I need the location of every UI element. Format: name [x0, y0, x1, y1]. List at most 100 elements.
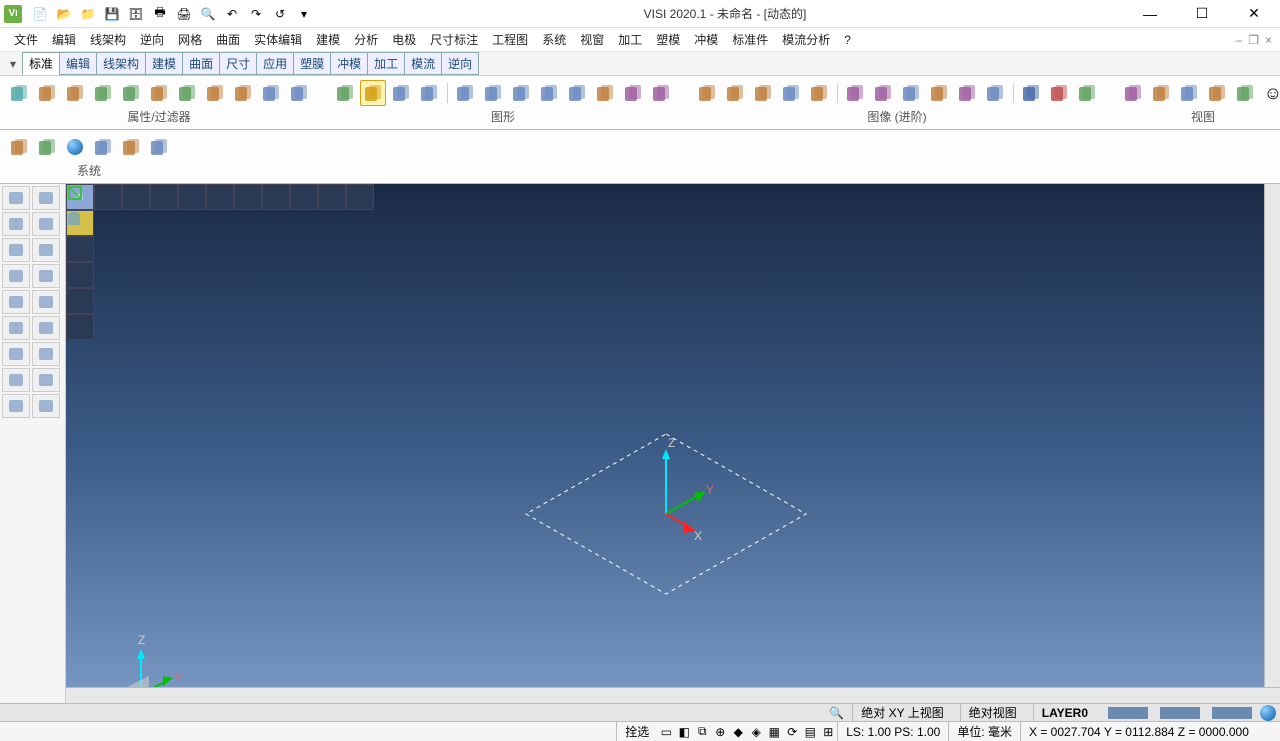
cyl6-icon[interactable]	[536, 80, 562, 106]
save-button[interactable]: 💾	[102, 4, 122, 24]
calendar-icon[interactable]	[90, 134, 116, 160]
menu-13[interactable]: 视窗	[574, 29, 610, 50]
left-tool-arrow[interactable]	[2, 290, 30, 314]
menu-11[interactable]: 工程图	[486, 29, 534, 50]
viewport-scrollbar-vertical[interactable]	[1264, 184, 1280, 687]
menu-0[interactable]: 文件	[8, 29, 44, 50]
left-tool-hand[interactable]	[32, 368, 60, 392]
diamond-icon[interactable]	[1018, 80, 1044, 106]
color-chip-1[interactable]	[1108, 707, 1148, 719]
menu-7[interactable]: 建模	[310, 29, 346, 50]
left-tool-layers2[interactable]	[32, 394, 60, 418]
sphere-icon[interactable]	[1046, 80, 1072, 106]
book-icon[interactable]	[146, 134, 172, 160]
menu-9[interactable]: 电极	[386, 29, 422, 50]
viewport-scrollbar-horizontal[interactable]	[66, 687, 1280, 703]
grad-icon[interactable]	[898, 80, 924, 106]
status-icon-5[interactable]: ◆	[729, 724, 747, 740]
left-tool-rot[interactable]	[32, 264, 60, 288]
status-icon-grid[interactable]: ⊞	[819, 724, 837, 740]
left-tool-cube2[interactable]	[32, 316, 60, 340]
mdi-restore-icon[interactable]: ❐	[1248, 33, 1259, 47]
globe-icon[interactable]	[1260, 705, 1276, 721]
grad-hand-icon[interactable]	[954, 80, 980, 106]
tab-8[interactable]: 冲模	[330, 52, 368, 75]
cyl5-icon[interactable]	[508, 80, 534, 106]
history-dd-button[interactable]: ↺	[270, 4, 290, 24]
menu-5[interactable]: 曲面	[210, 29, 246, 50]
view-mode-readout[interactable]: 绝对 XY 上视图	[852, 704, 951, 721]
status-icon-8[interactable]: ⟳	[783, 724, 801, 740]
cyl-arrow-icon[interactable]	[620, 80, 646, 106]
left-tool-crop[interactable]	[2, 212, 30, 236]
cube-y-icon[interactable]	[750, 80, 776, 106]
view-tool-iso7[interactable]	[346, 184, 374, 210]
close-button[interactable]: ✕	[1240, 4, 1268, 24]
refresh-icon[interactable]	[332, 80, 358, 106]
undo-button[interactable]: ↶	[222, 4, 242, 24]
cyl3-icon[interactable]	[452, 80, 478, 106]
menu-4[interactable]: 网格	[172, 29, 208, 50]
grid-arrow-icon[interactable]	[1148, 80, 1174, 106]
menu-6[interactable]: 实体编辑	[248, 29, 308, 50]
tab-10[interactable]: 模流	[404, 52, 442, 75]
menu-19[interactable]: ?	[838, 31, 857, 49]
zoom-button[interactable]: 🔍	[198, 4, 218, 24]
left-tool-wire[interactable]	[32, 238, 60, 262]
viewport-3d[interactable]: ≡ Z Y X Z	[66, 184, 1280, 703]
status-icon-4[interactable]: ⊕	[711, 724, 729, 740]
menu-16[interactable]: 冲模	[688, 29, 724, 50]
menu-1[interactable]: 编辑	[46, 29, 82, 50]
mdi-minimize-icon[interactable]: –	[1236, 33, 1243, 47]
search-icon[interactable]: 🔍	[829, 706, 844, 720]
maximize-button[interactable]: ☐	[1188, 4, 1216, 24]
menu-17[interactable]: 标准件	[726, 29, 774, 50]
cyl1-icon[interactable]	[388, 80, 414, 106]
open-folder-button[interactable]: 📁	[78, 4, 98, 24]
grad-arrow-icon[interactable]	[926, 80, 952, 106]
cyl2-icon[interactable]	[416, 80, 442, 106]
tab-7[interactable]: 塑膜	[293, 52, 331, 75]
status-icon-6[interactable]: ◈	[747, 724, 765, 740]
left-tool-layers[interactable]	[2, 394, 30, 418]
left-tool-curve[interactable]	[32, 212, 60, 236]
cyl-db-icon[interactable]	[592, 80, 618, 106]
status-icon-1[interactable]: ▭	[657, 724, 675, 740]
filter-add-icon[interactable]	[230, 80, 256, 106]
left-tool-select[interactable]	[2, 186, 30, 210]
menu-12[interactable]: 系统	[536, 29, 572, 50]
status-icon-3[interactable]: ⧉	[693, 724, 711, 740]
cyl-x-icon[interactable]	[648, 80, 674, 106]
save-all-button[interactable]: 🗄	[126, 4, 146, 24]
left-tool-brush[interactable]	[2, 368, 30, 392]
print-button[interactable]: 🖶	[150, 4, 170, 24]
print-preview-button[interactable]: 🖨	[174, 4, 194, 24]
line-g-icon[interactable]	[1204, 80, 1230, 106]
filter-icon[interactable]	[202, 80, 228, 106]
left-tool-shade[interactable]	[32, 290, 60, 314]
minimize-button[interactable]: —	[1136, 4, 1164, 24]
globe-icon[interactable]	[62, 134, 88, 160]
menu-18[interactable]: 模流分析	[776, 29, 836, 50]
tab-11[interactable]: 逆向	[441, 52, 479, 75]
layer-icon[interactable]	[6, 80, 32, 106]
menu-15[interactable]: 塑模	[650, 29, 686, 50]
tab-9[interactable]: 加工	[367, 52, 405, 75]
status-icon-2[interactable]: ◧	[675, 724, 693, 740]
status-icon-9[interactable]: ▤	[801, 724, 819, 740]
smiley-icon[interactable]: ☺	[1260, 80, 1280, 106]
cube-g-icon[interactable]	[722, 80, 748, 106]
tab-4[interactable]: 曲面	[182, 52, 220, 75]
left-tool-bracket[interactable]	[32, 342, 60, 366]
key-icon[interactable]	[90, 80, 116, 106]
new-file-button[interactable]: 📄	[30, 4, 50, 24]
color-chip-2[interactable]	[1160, 707, 1200, 719]
menu-2[interactable]: 线架构	[84, 29, 132, 50]
cyl-b-icon[interactable]	[870, 80, 896, 106]
tab-2[interactable]: 线架构	[96, 52, 146, 75]
tab-5[interactable]: 尺寸	[219, 52, 257, 75]
cube-r-icon[interactable]	[694, 80, 720, 106]
menu-10[interactable]: 尺寸标注	[424, 29, 484, 50]
open-file-button[interactable]: 📂	[54, 4, 74, 24]
grid-y-icon[interactable]	[118, 134, 144, 160]
